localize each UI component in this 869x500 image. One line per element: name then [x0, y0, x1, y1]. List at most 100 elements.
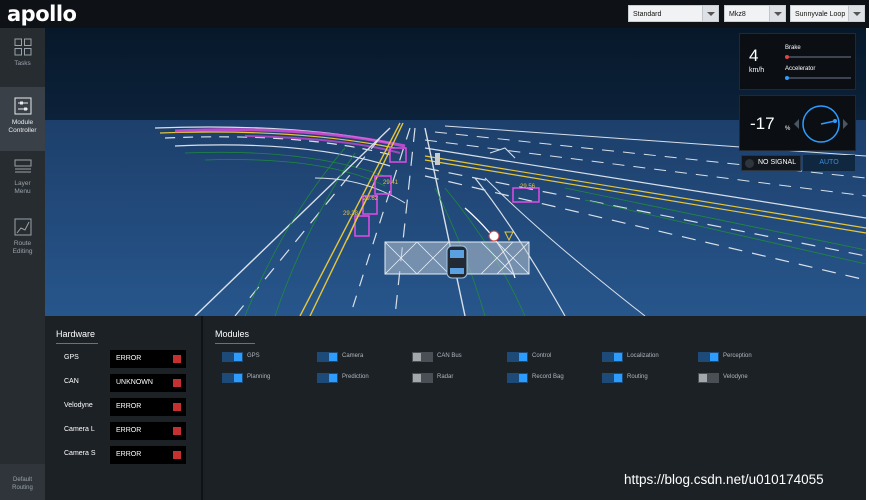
status-indicator-icon	[173, 427, 181, 435]
chevron-down-icon	[848, 6, 864, 21]
hardware-status-text: ERROR	[116, 451, 142, 458]
steering-panel: -17 %	[739, 95, 856, 151]
sidebar-item-route-editing[interactable]: Route Editing	[0, 208, 45, 268]
chevron-down-icon	[769, 6, 785, 21]
hardware-status: ERROR	[110, 446, 186, 464]
mode-select-value: Standard	[633, 11, 662, 18]
map-select[interactable]: Sunnyvale Loop	[790, 5, 865, 22]
hardware-name: Velodyne	[64, 402, 93, 409]
module-label: Planning	[247, 374, 271, 380]
dreamview-app: apollo Standard Mkz8 Sunnyvale Loop Task…	[0, 0, 869, 500]
hardware-name: GPS	[64, 354, 79, 361]
ego-vehicle	[446, 245, 468, 279]
route-icon	[14, 218, 31, 236]
status-indicator-icon	[173, 403, 181, 411]
hardware-status: ERROR	[110, 422, 186, 440]
sidebar-item-tasks[interactable]: Tasks	[0, 28, 45, 88]
vehicle-select-value: Mkz8	[729, 11, 746, 18]
sidebar-item-label: Tasks	[14, 60, 31, 67]
module-label: Localization	[627, 353, 659, 359]
top-bar: apollo Standard Mkz8 Sunnyvale Loop	[0, 0, 869, 28]
accelerator-label: Accelerator	[785, 66, 816, 72]
module-label: Routing	[627, 374, 648, 380]
toggle-switch[interactable]	[698, 352, 719, 362]
brake-label: Brake	[785, 45, 801, 51]
sidebar-item-layer-menu[interactable]: Layer Menu	[0, 148, 45, 208]
chevron-down-icon	[702, 6, 718, 21]
default-routing-label: Default Routing	[12, 477, 33, 491]
obstacle-speed-label: 29.41	[383, 180, 399, 186]
brake-meter	[785, 55, 851, 59]
mode-select[interactable]: Standard	[628, 5, 719, 22]
toggle-switch[interactable]	[222, 352, 243, 362]
brake-indicator	[785, 55, 789, 59]
hardware-title: Hardware	[56, 329, 98, 344]
module-label: Prediction	[342, 374, 369, 380]
drive-mode-badge: AUTO	[803, 155, 855, 171]
module-label: Velodyne	[723, 374, 748, 380]
layers-icon	[14, 159, 31, 173]
module-label: Radar	[437, 374, 454, 380]
vehicle-select[interactable]: Mkz8	[724, 5, 786, 22]
toggle-switch[interactable]	[507, 373, 528, 383]
sidebar-item-label: Module Controller	[8, 119, 37, 134]
stop-sign-icon	[488, 230, 500, 242]
toggle-switch[interactable]	[412, 373, 433, 383]
toggle-switch[interactable]	[602, 352, 623, 362]
steering-wheel-icon	[794, 105, 848, 143]
hardware-name: CAN	[64, 378, 79, 385]
apollo-logo: apollo	[7, 2, 77, 26]
hardware-name: Camera L	[64, 426, 95, 433]
sidebar-item-label: Layer Menu	[14, 180, 31, 195]
hardware-status: ERROR	[110, 398, 186, 416]
toggle-switch[interactable]	[317, 373, 338, 383]
signal-panel: NO SIGNAL AUTO	[739, 154, 856, 172]
hardware-panel: Hardware GPS ERROR CAN UNKNOWN Velodyne …	[45, 316, 203, 500]
hardware-status-text: ERROR	[116, 403, 142, 410]
hardware-status-text: UNKNOWN	[116, 379, 153, 386]
sidebar-item-label: Route Editing	[12, 240, 33, 255]
hardware-status-text: ERROR	[116, 355, 142, 362]
hardware-row: Velodyne ERROR	[64, 398, 189, 416]
toggle-switch[interactable]	[698, 373, 719, 383]
obstacle-speed-label: 29.38	[343, 211, 359, 217]
toggle-switch[interactable]	[222, 373, 243, 383]
hardware-status: ERROR	[110, 350, 186, 368]
module-label: Record Bag	[532, 374, 564, 380]
module-label: GPS	[247, 353, 260, 359]
status-indicator-icon	[173, 451, 181, 459]
default-routing-button[interactable]: Default Routing	[0, 464, 45, 500]
controller-icon	[14, 97, 31, 115]
module-label: Control	[532, 353, 552, 359]
watermark: https://blog.csdn.net/u010174055	[624, 472, 824, 487]
hardware-status: UNKNOWN	[110, 374, 186, 392]
toggle-switch[interactable]	[412, 352, 433, 362]
speed-panel: 4 km/h Brake Accelerator	[739, 33, 856, 90]
module-label: Perception	[723, 353, 752, 359]
modules-title: Modules	[215, 329, 255, 344]
toggle-switch[interactable]	[602, 373, 623, 383]
signal-indicator: NO SIGNAL	[741, 155, 801, 171]
hardware-name: Camera S	[64, 450, 96, 457]
hardware-row: Camera L ERROR	[64, 422, 189, 440]
sidebar-item-module-controller[interactable]: Module Controller	[0, 87, 45, 151]
obstacle-speed-label: 29.56	[520, 184, 536, 190]
signal-icon	[745, 159, 754, 168]
hardware-row: CAN UNKNOWN	[64, 374, 189, 392]
toggle-switch[interactable]	[317, 352, 338, 362]
hardware-status-text: ERROR	[116, 427, 142, 434]
grid-icon	[14, 38, 31, 56]
module-label: CAN Bus	[437, 353, 462, 359]
status-indicator-icon	[173, 355, 181, 363]
sidebar: Tasks Module Controller Layer Menu Route…	[0, 28, 45, 500]
speed-value: 4	[749, 46, 759, 65]
toggle-switch[interactable]	[507, 352, 528, 362]
obstacle-speed-label: 29.62	[363, 196, 379, 202]
signal-label: NO SIGNAL	[758, 159, 797, 166]
map-select-value: Sunnyvale Loop	[795, 11, 846, 18]
hardware-row: Camera S ERROR	[64, 446, 189, 464]
accelerator-indicator	[785, 76, 789, 80]
speed-unit: km/h	[749, 67, 765, 74]
steering-value: -17	[750, 114, 775, 133]
module-label: Camera	[342, 353, 364, 359]
